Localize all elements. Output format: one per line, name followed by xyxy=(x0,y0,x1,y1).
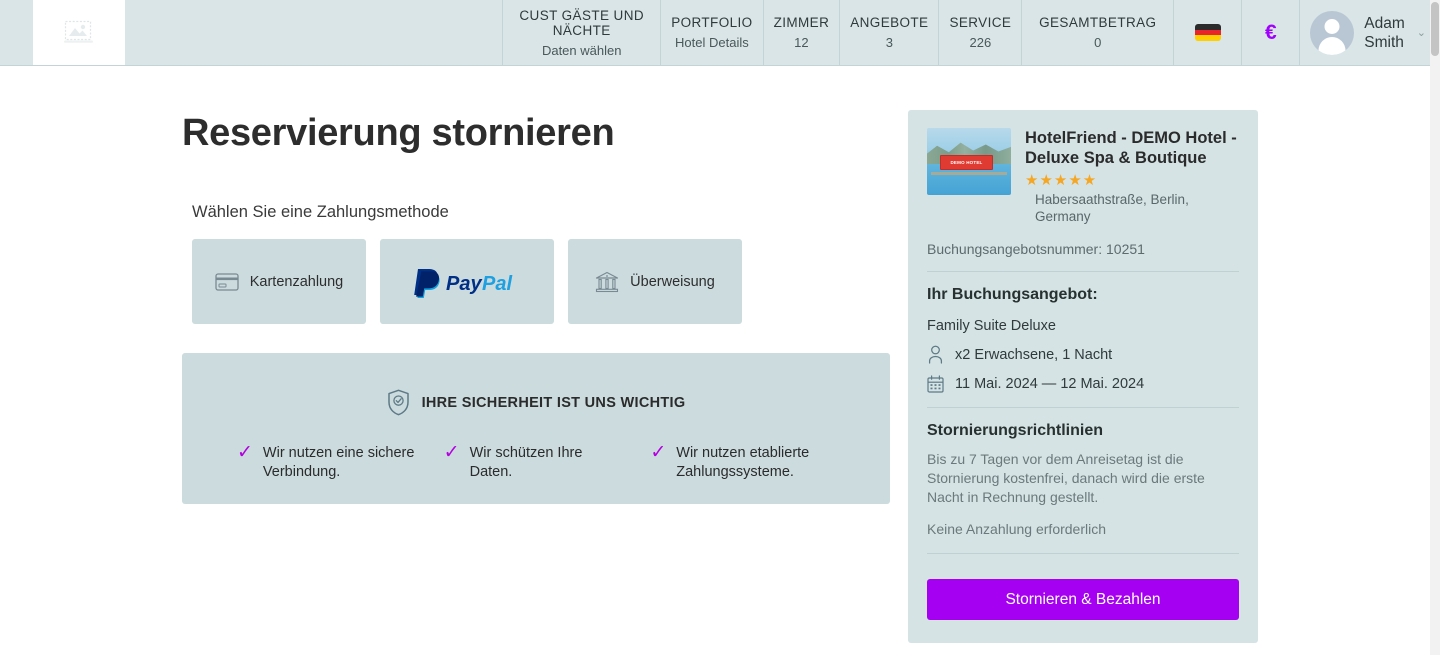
divider xyxy=(927,553,1239,554)
payment-method-card[interactable]: Kartenzahlung xyxy=(192,239,366,324)
top-header: CUST GÄSTE UND NÄCHTE Daten wählen PORTF… xyxy=(0,0,1440,66)
page-title: Reservierung stornieren xyxy=(182,112,615,154)
broken-image-icon xyxy=(64,20,94,46)
svg-text:Pay: Pay xyxy=(446,273,482,295)
booking-number: Buchungsangebotsnummer: 10251 xyxy=(927,241,1145,257)
header-stat-portfolio[interactable]: PORTFOLIO Hotel Details xyxy=(661,0,764,65)
security-item-text: Wir nutzen etablierte Zahlungssysteme. xyxy=(676,445,810,480)
security-panel: IHRE SICHERHEIT IST UNS WICHTIG ✓ Wir nu… xyxy=(182,353,890,504)
security-item: ✓ Wir schützen Ihre Daten. xyxy=(443,442,629,482)
star-rating: ★★★★★ xyxy=(1025,172,1098,189)
cancellation-policy-note: Keine Anzahlung erforderlich xyxy=(927,521,1107,537)
thumbnail-sign-text: DEMO HOTEL xyxy=(940,154,993,170)
header-left-pad xyxy=(0,0,33,65)
cancellation-policy-title: Stornierungsrichtlinien xyxy=(927,422,1104,439)
offer-title: Ihr Buchungsangebot: xyxy=(927,286,1098,303)
header-stat-zimmer[interactable]: ZIMMER 12 xyxy=(764,0,841,65)
avatar xyxy=(1310,10,1355,55)
checkmark-icon: ✓ xyxy=(443,442,460,463)
security-items: ✓ Wir nutzen eine sichere Verbindung. ✓ … xyxy=(182,442,890,482)
euro-icon: € xyxy=(1264,20,1277,44)
payment-method-label: Kartenzahlung xyxy=(249,273,344,290)
guests-text: x2 Erwachsene, 1 Nacht xyxy=(955,346,1113,363)
stat-value: 226 xyxy=(969,35,992,50)
credit-card-icon xyxy=(215,272,239,291)
security-item: ✓ Wir nutzen eine sichere Verbindung. xyxy=(237,442,422,482)
stat-value: Hotel Details xyxy=(675,35,749,50)
cancel-and-pay-button[interactable]: Stornieren & Bezahlen xyxy=(927,579,1239,620)
svg-text:Pal: Pal xyxy=(482,273,512,295)
dates-row: 11 Mai. 2024 — 12 Mai. 2024 xyxy=(927,375,1239,393)
security-heading: IHRE SICHERHEIT IST UNS WICHTIG xyxy=(421,394,686,411)
guests-row: x2 Erwachsene, 1 Nacht xyxy=(927,345,1239,364)
scrollbar-thumb[interactable] xyxy=(1431,2,1439,56)
stat-value: 0 xyxy=(1094,35,1102,50)
hotel-name: HotelFriend - DEMO Hotel - Deluxe Spa & … xyxy=(1025,129,1237,167)
dates-text: 11 Mai. 2024 — 12 Mai. 2024 xyxy=(955,376,1145,392)
paypal-logo-icon: Pay Pal xyxy=(408,265,526,299)
divider xyxy=(927,407,1239,408)
header-spacer xyxy=(125,0,504,65)
stat-label: CUST GÄSTE UND NÄCHTE xyxy=(519,7,645,38)
header-stat-angebote[interactable]: ANGEBOTE 3 xyxy=(840,0,940,65)
header-stat-service[interactable]: SERVICE 226 xyxy=(939,0,1023,65)
bank-icon xyxy=(595,271,619,293)
security-item-text: Wir schützen Ihre Daten. xyxy=(469,445,583,480)
hotel-address: Habersaathstraße, Berlin, Germany xyxy=(1035,192,1189,224)
payment-method-prompt: Wählen Sie eine Zahlungsmethode xyxy=(192,203,449,221)
currency-selector[interactable]: € xyxy=(1242,0,1301,65)
hotel-thumbnail-image: DEMO HOTEL xyxy=(927,128,1011,195)
user-name-label: Adam Smith xyxy=(1364,14,1405,51)
cancellation-policy-text: Bis zu 7 Tagen vor dem Anreisetag ist di… xyxy=(927,451,1205,505)
logo-container[interactable] xyxy=(32,0,126,65)
chevron-down-icon: ⌄ xyxy=(1416,27,1426,39)
page-root: CUST GÄSTE UND NÄCHTE Daten wählen PORTF… xyxy=(0,0,1440,655)
stat-label: ZIMMER xyxy=(773,15,830,30)
stat-label: GESAMTBETRAG xyxy=(1039,15,1157,30)
stat-label: SERVICE xyxy=(949,15,1012,30)
thumbnail-dock xyxy=(931,172,1007,175)
room-name: Family Suite Deluxe xyxy=(927,318,1056,334)
payment-method-wire-transfer[interactable]: Überweisung xyxy=(568,239,742,324)
german-flag-icon xyxy=(1194,24,1221,41)
checkmark-icon: ✓ xyxy=(650,442,667,463)
header-stat-cust-guests-nights[interactable]: CUST GÄSTE UND NÄCHTE Daten wählen xyxy=(503,0,662,65)
booking-summary-card: DEMO HOTEL HotelFriend - DEMO Hotel - De… xyxy=(908,110,1258,643)
stat-value: 3 xyxy=(885,35,893,50)
hotel-info: HotelFriend - DEMO Hotel - Deluxe Spa & … xyxy=(1025,128,1239,225)
shield-check-icon xyxy=(387,389,410,416)
page-scrollbar[interactable] xyxy=(1430,0,1440,655)
payment-method-paypal[interactable]: Pay Pal xyxy=(380,239,554,324)
language-selector[interactable] xyxy=(1174,0,1243,65)
payment-method-label: Überweisung xyxy=(630,273,715,290)
checkmark-icon: ✓ xyxy=(237,442,253,463)
security-heading-row: IHRE SICHERHEIT IST UNS WICHTIG xyxy=(182,389,890,416)
person-icon xyxy=(927,345,944,364)
security-item: ✓ Wir nutzen etablierte Zahlungssysteme. xyxy=(650,442,835,482)
stat-value: 12 xyxy=(794,35,809,50)
stat-value: Daten wählen xyxy=(541,42,622,58)
calendar-icon xyxy=(927,375,944,393)
divider xyxy=(927,271,1239,272)
stat-label: PORTFOLIO xyxy=(671,15,753,30)
user-menu[interactable]: Adam Smith ⌄ xyxy=(1300,0,1440,65)
stat-label: ANGEBOTE xyxy=(850,15,929,30)
header-stat-gesamtbetrag[interactable]: GESAMTBETRAG 0 xyxy=(1022,0,1175,65)
hotel-row: DEMO HOTEL HotelFriend - DEMO Hotel - De… xyxy=(927,128,1239,225)
security-item-text: Wir nutzen eine sichere Verbindung. xyxy=(262,445,415,480)
payment-method-list: Kartenzahlung Pay Pal Überweisung xyxy=(192,239,742,324)
